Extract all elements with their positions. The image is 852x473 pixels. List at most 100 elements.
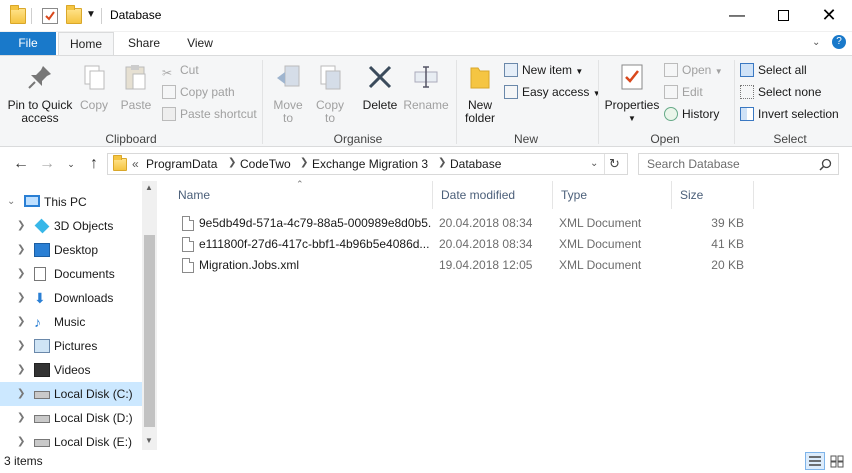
properties-quick-icon[interactable] xyxy=(42,8,58,24)
nav-item[interactable]: ❯ Desktop xyxy=(0,238,142,262)
history-button[interactable]: History xyxy=(664,104,719,124)
breadcrumb-separator-icon[interactable]: ❯ xyxy=(300,157,308,168)
file-row[interactable]: Migration.Jobs.xml 19.04.2018 12:05 XML Do… xyxy=(170,255,760,276)
address-bar[interactable]: « ProgramData ❯ CodeTwo ❯ Exchange Migra… xyxy=(107,153,628,175)
recent-locations-button[interactable]: ⌄ xyxy=(60,153,82,175)
nav-item[interactable]: ❯ Pictures xyxy=(0,334,142,358)
search-input[interactable]: Search Database xyxy=(647,157,740,171)
title-bar: ▼ Database — ✕ xyxy=(0,0,852,32)
tab-file[interactable]: File xyxy=(0,32,56,56)
file-list-header: ⌃ Name Date modified Type Size xyxy=(170,179,760,209)
collapsed-chevron-icon[interactable]: ❯ xyxy=(17,310,25,334)
tab-home[interactable]: Home xyxy=(58,32,114,56)
breadcrumb-separator-icon[interactable]: ❯ xyxy=(228,157,236,168)
large-icons-view-button[interactable] xyxy=(827,452,847,470)
desktop-icon xyxy=(34,243,50,257)
tab-share[interactable]: Share xyxy=(118,32,170,56)
nav-item-label: Documents xyxy=(54,267,115,281)
nav-item-label: Local Disk (C:) xyxy=(54,387,133,401)
easy-access-button[interactable]: Easy access ▼ xyxy=(504,82,601,102)
collapsed-chevron-icon[interactable]: ❯ xyxy=(17,382,25,406)
file-name: e111800f-27d6-417c-bbf1-4b96b5e4086d... xyxy=(199,237,430,251)
nav-item[interactable]: ❯ Local Disk (C:) xyxy=(0,382,142,406)
collapsed-chevron-icon[interactable]: ❯ xyxy=(17,334,25,358)
breadcrumb-programdata[interactable]: ProgramData xyxy=(146,157,217,171)
nav-item[interactable]: ❯ ♪ Music xyxy=(0,310,142,334)
search-box[interactable]: Search Database xyxy=(638,153,839,175)
invert-selection-button[interactable]: Invert selection xyxy=(740,104,839,124)
file-date-modified: 20.04.2018 08:34 xyxy=(439,237,533,251)
scroll-up-icon[interactable]: ▲ xyxy=(145,183,153,192)
column-size[interactable]: Size xyxy=(672,181,754,209)
nav-item[interactable]: ❯ Videos xyxy=(0,358,142,382)
nav-item[interactable]: ⌄ This PC xyxy=(0,190,142,214)
overflow-chevron[interactable]: « xyxy=(132,157,139,171)
ribbon-tabs: File Home Share View ⌄ ? xyxy=(0,32,852,56)
edit-icon xyxy=(664,85,678,99)
delete-button[interactable]: Delete xyxy=(360,62,400,112)
select-none-label: Select none xyxy=(758,85,822,99)
nav-item[interactable]: ❯ ⬇ Downloads xyxy=(0,286,142,310)
pin-to-quick-access-button[interactable]: Pin to Quick access xyxy=(4,62,76,125)
collapsed-chevron-icon[interactable]: ❯ xyxy=(17,358,25,382)
new-item-button[interactable]: New item ▼ xyxy=(504,60,583,80)
move-to-button[interactable]: Move to xyxy=(268,62,308,125)
up-button[interactable]: ↑ xyxy=(83,153,105,175)
details-view-button[interactable] xyxy=(805,452,825,470)
new-folder-quick-icon[interactable] xyxy=(66,5,82,24)
column-type[interactable]: Type xyxy=(553,181,672,209)
scroll-down-icon[interactable]: ▼ xyxy=(145,436,153,445)
collapsed-chevron-icon[interactable]: ❯ xyxy=(17,262,25,286)
breadcrumb-database[interactable]: Database xyxy=(450,157,501,171)
open-button[interactable]: Open ▼ xyxy=(664,60,723,80)
collapsed-chevron-icon[interactable]: ❯ xyxy=(17,214,25,238)
file-row[interactable]: e111800f-27d6-417c-bbf1-4b96b5e4086d... 2… xyxy=(170,234,760,255)
drive-icon xyxy=(34,439,50,447)
paste-shortcut-button[interactable]: Paste shortcut xyxy=(162,104,257,124)
nav-item-label: Music xyxy=(54,315,86,329)
collapsed-chevron-icon[interactable]: ❯ xyxy=(17,406,25,430)
edit-button[interactable]: Edit xyxy=(664,82,703,102)
copy-path-button[interactable]: Copy path xyxy=(162,82,235,102)
customize-quick-access-icon[interactable]: ▼ xyxy=(86,9,96,20)
expand-chevron-icon[interactable]: ⌄ xyxy=(7,190,15,214)
status-bar: 3 items xyxy=(0,450,852,473)
refresh-icon[interactable]: ↻ xyxy=(609,156,620,172)
collapsed-chevron-icon[interactable]: ❯ xyxy=(17,286,25,310)
collapsed-chevron-icon[interactable]: ❯ xyxy=(17,238,25,262)
column-date-modified[interactable]: Date modified xyxy=(433,181,553,209)
tab-view[interactable]: View xyxy=(176,32,224,56)
nav-scrollbar-thumb[interactable] xyxy=(144,235,155,427)
forward-arrow-icon: → xyxy=(39,155,55,172)
breadcrumb-separator-icon[interactable]: ❯ xyxy=(438,157,446,168)
nav-item[interactable]: ❯ Local Disk (D:) xyxy=(0,406,142,430)
select-all-button[interactable]: Select all xyxy=(740,60,807,80)
breadcrumb-exchange-migration[interactable]: Exchange Migration 3 xyxy=(312,157,428,171)
select-none-button[interactable]: Select none xyxy=(740,82,821,102)
paste-button[interactable]: Paste xyxy=(118,62,154,112)
help-icon[interactable]: ? xyxy=(832,35,846,49)
minimize-button[interactable]: — xyxy=(714,0,760,31)
paste-label: Paste xyxy=(120,98,152,112)
large-icons-view-icon xyxy=(830,455,844,468)
close-button[interactable]: ✕ xyxy=(806,0,852,31)
copy-to-button[interactable]: Copy to xyxy=(310,62,350,125)
nav-item[interactable]: ❯ Documents xyxy=(0,262,142,286)
file-row[interactable]: 9e5db49d-571a-4c79-88a5-000989e8d0b5... 2… xyxy=(170,213,760,234)
column-name[interactable]: Name xyxy=(170,181,433,209)
minimize-ribbon-icon[interactable]: ⌄ xyxy=(812,37,820,48)
rename-button[interactable]: Rename xyxy=(402,62,450,112)
breadcrumb-codetwo[interactable]: CodeTwo xyxy=(240,157,291,171)
cut-button[interactable]: ✂ Cut xyxy=(162,60,199,80)
back-button[interactable]: ← xyxy=(10,153,32,175)
new-folder-button[interactable]: New folder xyxy=(460,62,500,125)
new-folder-icon xyxy=(470,67,490,89)
copy-button[interactable]: Copy xyxy=(76,62,112,112)
nav-item[interactable]: ❯ 3D Objects xyxy=(0,214,142,238)
file-size: 41 KB xyxy=(711,237,744,251)
address-history-icon[interactable]: ⌄ xyxy=(590,158,598,169)
properties-button[interactable]: Properties ▼ xyxy=(604,62,660,125)
cut-label: Cut xyxy=(180,63,199,77)
forward-button[interactable]: → xyxy=(36,153,58,175)
maximize-button[interactable] xyxy=(760,0,806,31)
